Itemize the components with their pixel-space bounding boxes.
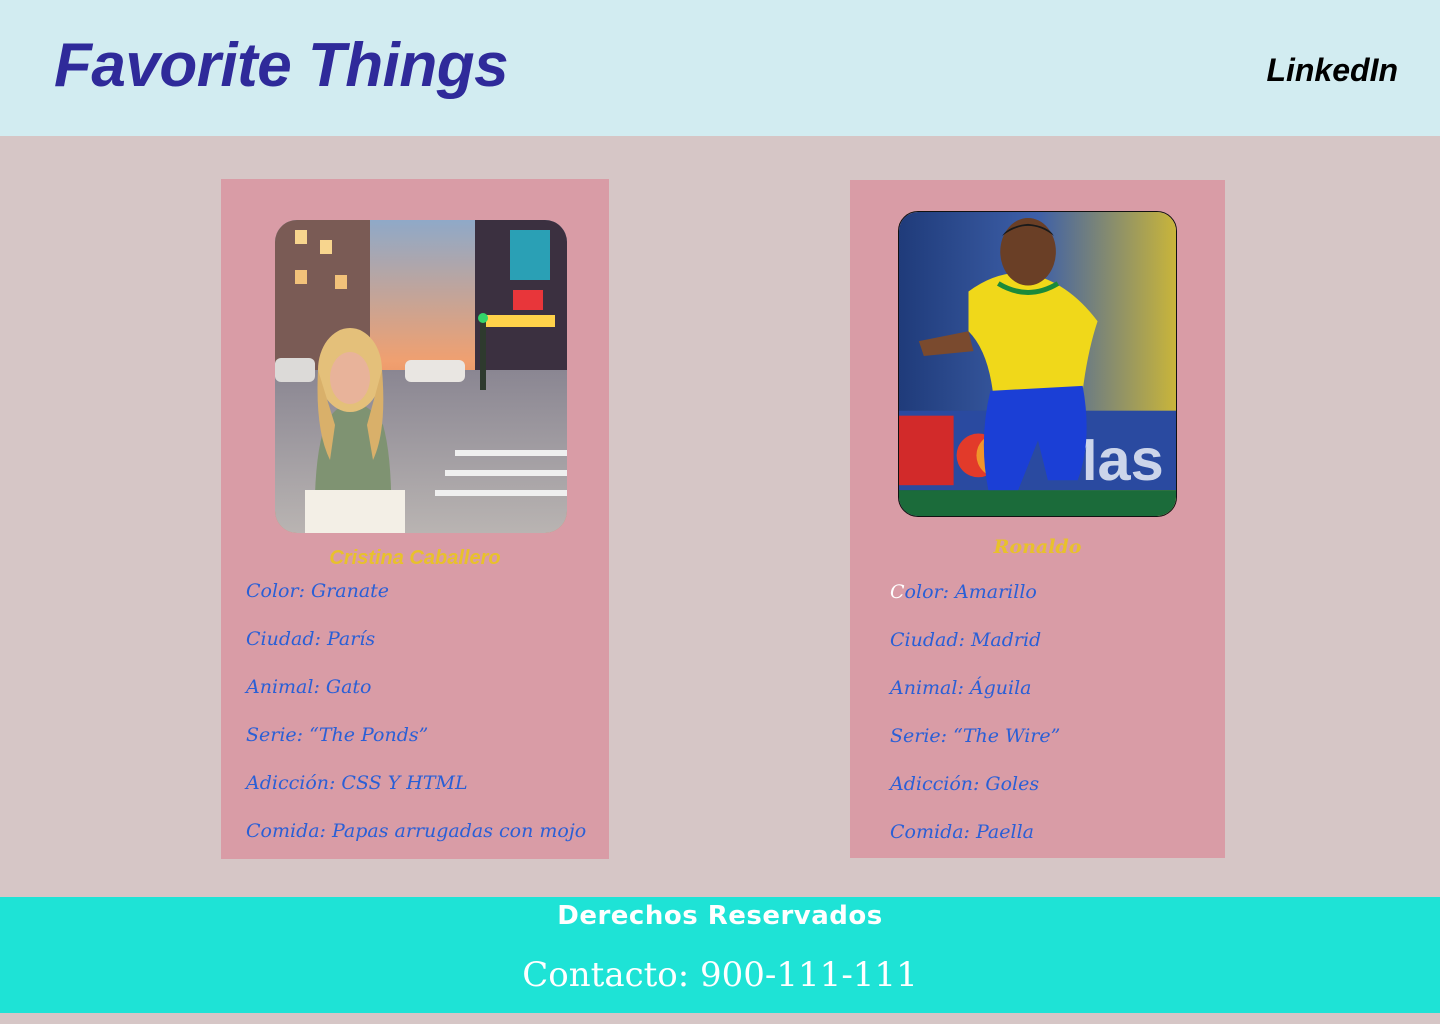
fact-food: Comida: Paella	[890, 821, 1034, 843]
fact-animal: Animal: Águila	[890, 677, 1032, 699]
fact-series: Serie: “The Wire”	[890, 725, 1061, 747]
profile-photo-ronaldo: Mas	[898, 211, 1177, 517]
linkedin-link[interactable]: LinkedIn	[1266, 52, 1398, 89]
profile-card-ronaldo: Mas Ronaldo Color: Amarillo Ciudad: Madr…	[850, 180, 1225, 858]
fact-city: Ciudad: Madrid	[890, 629, 1042, 651]
fact-color: Color: Amarillo	[890, 578, 1060, 626]
fact-color: Color: Granate	[246, 580, 390, 602]
site-title: Favorite Things	[54, 31, 509, 100]
fact-addiction: Adicción: CSS Y HTML	[246, 772, 468, 794]
fact-addiction: Adicción: Goles	[890, 773, 1040, 795]
fact-color-initial: C	[890, 581, 905, 603]
facts-list: Color: Granate Ciudad: París Animal: Gat…	[246, 577, 586, 865]
header: Favorite Things LinkedIn	[0, 0, 1440, 136]
card-name: Cristina Caballero	[329, 547, 501, 569]
fact-food: Comida: Papas arrugadas con mojo	[246, 820, 587, 842]
fact-animal: Animal: Gato	[246, 676, 372, 698]
footer-contact: Contacto: 900-111-111	[522, 955, 918, 995]
footer-rights: Derechos Reservados	[557, 901, 883, 931]
fact-series: Serie: “The Ponds”	[246, 724, 429, 746]
card-name: Ronaldo	[993, 536, 1082, 558]
profile-card-cristina: Cristina Caballero Color: Granate Ciudad…	[221, 179, 609, 859]
footer: Derechos Reservados Contacto: 900-111-11…	[0, 897, 1440, 1013]
facts-list: Color: Amarillo Ciudad: Madrid Animal: Á…	[890, 578, 1060, 866]
profile-photo-cristina	[275, 220, 567, 533]
fact-color-rest: olor: Amarillo	[904, 581, 1037, 603]
fact-city: Ciudad: París	[246, 628, 376, 650]
